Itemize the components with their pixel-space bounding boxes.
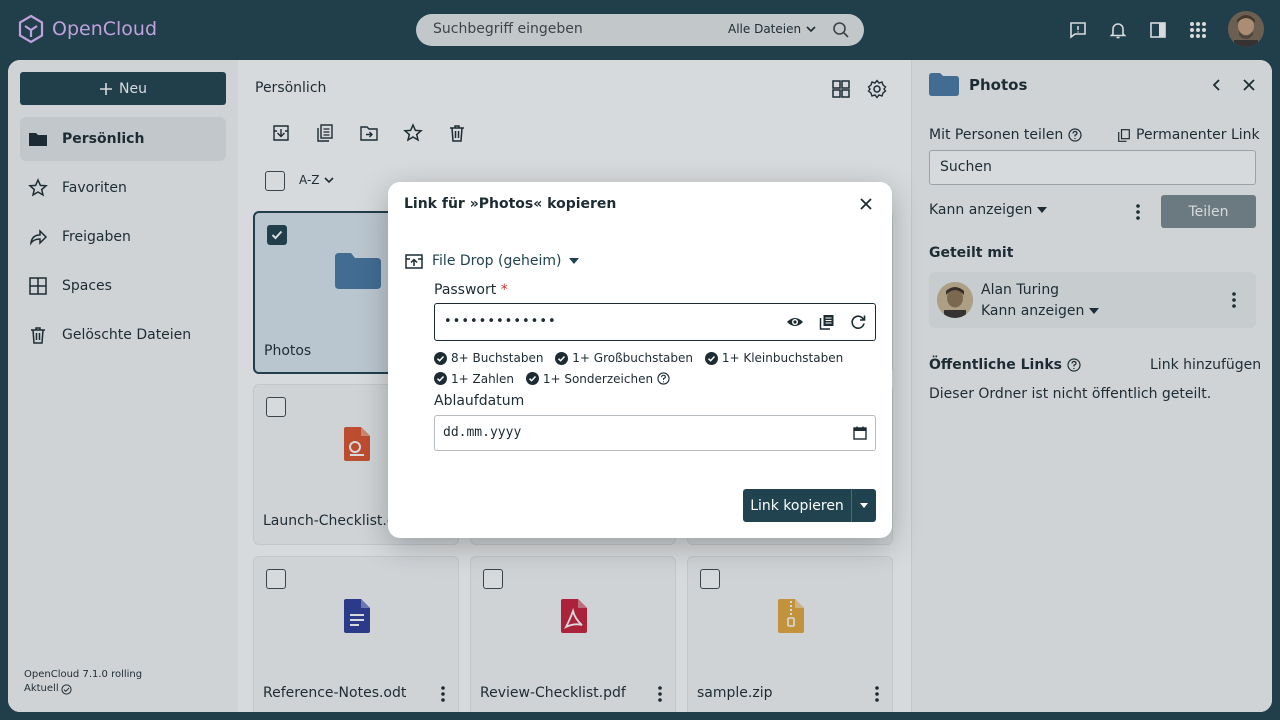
password-rule-text: 8+ Buchstaben — [451, 351, 544, 365]
required-mark: * — [500, 282, 508, 298]
expiry-date-placeholder: dd.mm.yyyy — [443, 425, 522, 440]
check-circle-icon — [434, 351, 447, 365]
check-circle-icon — [525, 372, 539, 385]
password-rule-text: 1+ Großbuchstaben — [572, 351, 694, 365]
close-icon[interactable] — [858, 196, 874, 212]
calendar-icon[interactable] — [853, 426, 867, 440]
password-label: Passwort * — [434, 282, 508, 298]
password-rule: 1+ Zahlen — [434, 370, 514, 388]
refresh-icon[interactable] — [850, 314, 866, 330]
password-label-text: Passwort — [434, 282, 497, 298]
dialog-title: Link für »Photos« kopieren — [404, 196, 617, 212]
copy-link-dialog: Link für »Photos« kopieren File Drop (ge… — [388, 182, 892, 538]
upload-box-icon — [405, 254, 423, 269]
password-rule: 1+ Sonderzeichen — [525, 370, 670, 388]
password-rule-text: 1+ Kleinbuchstaben — [721, 351, 844, 365]
password-rule: 1+ Kleinbuchstaben — [704, 349, 844, 367]
check-circle-icon — [704, 351, 718, 365]
eye-icon[interactable] — [786, 314, 804, 330]
link-role-select[interactable]: File Drop (geheim) — [404, 252, 580, 270]
copy-icon[interactable] — [819, 314, 835, 330]
copy-link-label: Link kopieren — [750, 497, 844, 514]
copy-link-options-button[interactable] — [851, 489, 876, 522]
copy-link-button[interactable]: Link kopieren — [743, 489, 876, 522]
password-rule: 1+ Großbuchstaben — [555, 349, 693, 367]
expiry-label: Ablaufdatum — [434, 393, 525, 409]
password-rule-text: 1+ Zahlen — [451, 371, 515, 386]
caret-down-icon — [860, 503, 868, 508]
expiry-date-input[interactable]: dd.mm.yyyy — [434, 415, 876, 451]
help-icon[interactable] — [657, 372, 670, 385]
link-role-label: File Drop (geheim) — [432, 253, 562, 269]
password-rules: 8+ Buchstaben 1+ Großbuchstaben 1+ Klein… — [434, 349, 884, 390]
password-input[interactable]: ••••••••••••• — [434, 303, 876, 341]
check-circle-icon — [555, 351, 569, 365]
check-circle-icon — [434, 372, 447, 385]
password-rule: 8+ Buchstaben — [434, 349, 543, 367]
password-value: ••••••••••••• — [444, 314, 557, 329]
caret-down-icon — [569, 258, 580, 264]
password-rule-text: 1+ Sonderzeichen — [542, 371, 654, 386]
